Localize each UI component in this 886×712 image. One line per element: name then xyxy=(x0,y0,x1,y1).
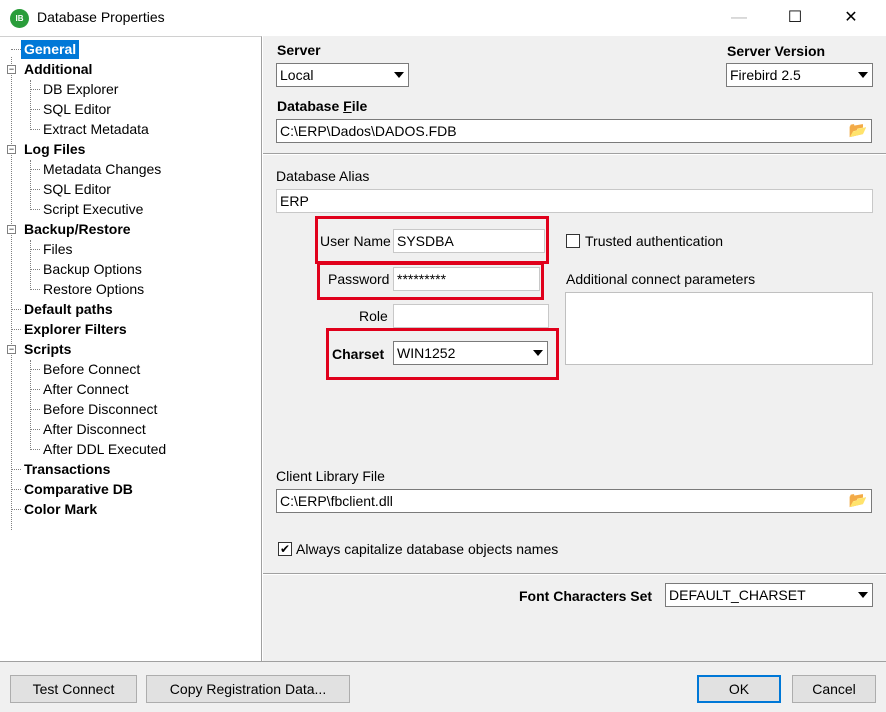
maximize-button[interactable]: ☐ xyxy=(772,0,818,36)
open-folder-icon[interactable]: 📂 xyxy=(847,120,869,142)
client-library-label: Client Library File xyxy=(276,468,385,484)
tree-item-comparative-db[interactable]: Comparative DB xyxy=(24,480,133,499)
font-charset-value: DEFAULT_CHARSET xyxy=(669,587,806,603)
tree-item-backup-options[interactable]: Backup Options xyxy=(43,260,142,279)
additional-params-textarea[interactable] xyxy=(565,292,873,365)
highlight-user-name xyxy=(315,216,549,264)
minimize-button[interactable]: — xyxy=(716,0,762,36)
role-input[interactable] xyxy=(393,304,549,328)
capitalize-label: Always capitalize database objects names xyxy=(296,541,559,557)
chevron-down-icon[interactable] xyxy=(854,65,871,85)
font-charset-combo[interactable]: DEFAULT_CHARSET xyxy=(665,583,873,607)
server-value: Local xyxy=(280,67,314,83)
window-title: Database Properties xyxy=(37,9,165,25)
tree-item-scripts[interactable]: Scripts xyxy=(24,340,71,359)
tree-item-log-sql-editor[interactable]: SQL Editor xyxy=(43,180,111,199)
highlight-charset xyxy=(326,328,559,380)
tree-line xyxy=(30,160,31,210)
additional-params-label: Additional connect parameters xyxy=(566,271,756,287)
tree-line xyxy=(30,80,31,130)
capitalize-checkbox[interactable]: ✔ xyxy=(278,542,292,556)
server-label: Server xyxy=(277,42,321,58)
copy-registration-button[interactable]: Copy Registration Data... xyxy=(146,675,350,703)
open-folder-icon[interactable]: 📂 xyxy=(847,490,869,512)
collapse-toggle-icon[interactable]: − xyxy=(7,225,16,234)
server-version-label: Server Version xyxy=(727,43,826,59)
font-charset-label: Font Characters Set xyxy=(519,588,653,604)
tree-line xyxy=(11,57,12,530)
tree-line xyxy=(30,360,31,450)
tree-item-transactions[interactable]: Transactions xyxy=(24,460,110,479)
database-file-input[interactable]: C:\ERP\Dados\DADOS.FDB xyxy=(276,119,872,143)
tree-item-before-connect[interactable]: Before Connect xyxy=(43,360,140,379)
server-combo[interactable]: Local xyxy=(276,63,409,87)
tree-item-explorer-filters[interactable]: Explorer Filters xyxy=(24,320,127,339)
options-tree[interactable]: General − Additional DB Explorer SQL Edi… xyxy=(0,36,262,661)
trusted-auth-checkbox[interactable] xyxy=(566,234,580,248)
cancel-button[interactable]: Cancel xyxy=(792,675,876,703)
tree-item-extract-metadata[interactable]: Extract Metadata xyxy=(43,120,149,139)
close-button[interactable]: ✕ xyxy=(828,0,874,36)
tree-item-after-connect[interactable]: After Connect xyxy=(43,380,129,399)
tree-item-metadata-changes[interactable]: Metadata Changes xyxy=(43,160,161,179)
tree-item-files[interactable]: Files xyxy=(43,240,73,259)
tree-item-backup-restore[interactable]: Backup/Restore xyxy=(24,220,131,239)
database-alias-input[interactable]: ERP xyxy=(276,189,873,213)
tree-item-additional[interactable]: Additional xyxy=(24,60,92,79)
collapse-toggle-icon[interactable]: − xyxy=(7,65,16,74)
tree-item-restore-options[interactable]: Restore Options xyxy=(43,280,144,299)
role-label: Role xyxy=(359,308,388,324)
tree-item-sql-editor[interactable]: SQL Editor xyxy=(43,100,111,119)
collapse-toggle-icon[interactable]: − xyxy=(7,345,16,354)
trusted-auth-label: Trusted authentication xyxy=(585,233,724,249)
chevron-down-icon[interactable] xyxy=(854,585,871,605)
database-alias-label: Database Alias xyxy=(276,168,370,184)
tree-item-before-disconnect[interactable]: Before Disconnect xyxy=(43,400,157,419)
collapse-toggle-icon[interactable]: − xyxy=(7,145,16,154)
tree-item-db-explorer[interactable]: DB Explorer xyxy=(43,80,118,99)
tree-item-general[interactable]: General xyxy=(21,40,80,59)
chevron-down-icon[interactable] xyxy=(390,65,407,85)
server-version-value: Firebird 2.5 xyxy=(730,67,801,83)
test-connect-button[interactable]: Test Connect xyxy=(10,675,137,703)
server-version-combo[interactable]: Firebird 2.5 xyxy=(726,63,873,87)
title-bar: IB Database Properties — ☐ ✕ xyxy=(0,0,886,36)
tree-item-after-disconnect[interactable]: After Disconnect xyxy=(43,420,146,439)
tree-item-script-executive[interactable]: Script Executive xyxy=(43,200,143,219)
app-icon: IB xyxy=(10,9,29,28)
button-bar: Test Connect Copy Registration Data... O… xyxy=(0,661,886,712)
ok-button[interactable]: OK xyxy=(697,675,781,703)
tree-item-color-mark[interactable]: Color Mark xyxy=(24,500,97,519)
highlight-password xyxy=(317,262,544,300)
client-library-input[interactable]: C:\ERP\fbclient.dll xyxy=(276,489,872,513)
divider xyxy=(263,573,886,575)
tree-item-default-paths[interactable]: Default paths xyxy=(24,300,113,319)
tree-item-log-files[interactable]: Log Files xyxy=(24,140,85,159)
tree-item-after-ddl-executed[interactable]: After DDL Executed xyxy=(43,440,166,459)
database-file-label: Database File xyxy=(277,98,368,114)
tree-line xyxy=(30,240,31,290)
divider xyxy=(263,153,886,155)
